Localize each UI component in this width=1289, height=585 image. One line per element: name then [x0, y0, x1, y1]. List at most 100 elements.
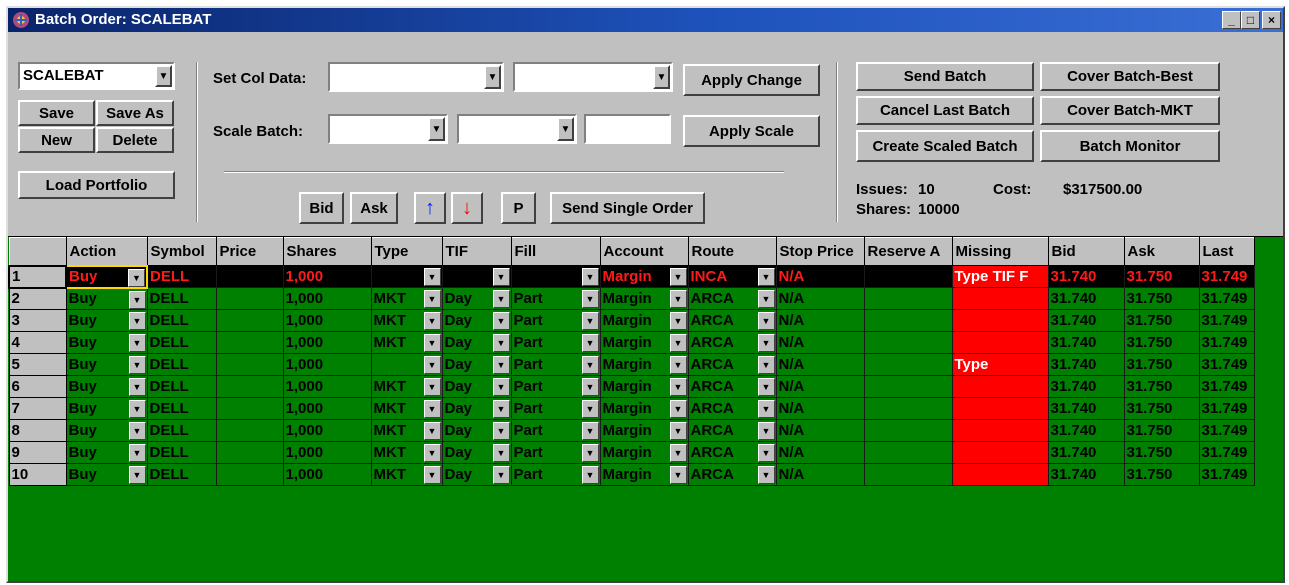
bid-cell[interactable]: 31.740: [1047, 463, 1125, 486]
missing-cell[interactable]: [951, 287, 1049, 310]
chevron-down-icon[interactable]: ▼: [669, 356, 687, 374]
fill-cell[interactable]: Part ▼: [510, 463, 601, 486]
tif-cell[interactable]: Day ▼: [441, 375, 512, 398]
type-cell[interactable]: ▼: [370, 265, 443, 288]
ask-cell[interactable]: 31.750: [1123, 463, 1200, 486]
stop-cell[interactable]: N/A: [775, 331, 865, 354]
route-cell[interactable]: ARCA ▼: [687, 375, 777, 398]
tif-cell[interactable]: Day ▼: [441, 287, 512, 310]
save-button[interactable]: Save: [18, 100, 95, 126]
chevron-down-icon[interactable]: ▼: [423, 378, 441, 396]
symbol-cell[interactable]: DELL: [146, 265, 217, 288]
chevron-down-icon[interactable]: ▼: [669, 268, 687, 286]
chevron-down-icon[interactable]: ▼: [581, 290, 599, 308]
stop-cell[interactable]: N/A: [775, 463, 865, 486]
symbol-cell[interactable]: DELL: [146, 463, 217, 486]
column-header[interactable]: Fill: [510, 237, 601, 266]
chevron-down-icon[interactable]: ▼: [128, 400, 146, 418]
chevron-down-icon[interactable]: ▼: [581, 422, 599, 440]
shares-cell[interactable]: 1,000: [282, 463, 372, 486]
price-cell[interactable]: [215, 309, 284, 332]
missing-cell[interactable]: [951, 397, 1049, 420]
ask-cell[interactable]: 31.750: [1123, 265, 1200, 288]
row-number[interactable]: 6: [8, 375, 67, 398]
bid-cell[interactable]: 31.740: [1047, 331, 1125, 354]
chevron-down-icon[interactable]: ▼: [492, 268, 510, 286]
chevron-down-icon[interactable]: ▼: [669, 290, 687, 308]
table-row[interactable]: 9 Buy ▼ DELL 1,000 MKT ▼ Day ▼ Part ▼ Margin ▼ ARCA ▼ N…: [8, 441, 1255, 464]
chevron-down-icon[interactable]: ▼: [423, 356, 441, 374]
chevron-down-icon[interactable]: ▼: [669, 422, 687, 440]
shares-cell[interactable]: 1,000: [282, 287, 372, 310]
missing-cell[interactable]: Type: [951, 353, 1049, 376]
table-row[interactable]: 5 Buy ▼ DELL 1,000 ▼ Day ▼ Part ▼ Margin ▼ ARCA ▼ N/A T…: [8, 353, 1255, 376]
symbol-cell[interactable]: DELL: [146, 287, 217, 310]
shares-cell[interactable]: 1,000: [282, 353, 372, 376]
reserve-cell[interactable]: [863, 265, 953, 288]
chevron-down-icon[interactable]: ▼: [128, 290, 146, 309]
column-header[interactable]: TIF: [441, 237, 512, 266]
type-cell[interactable]: MKT ▼: [370, 287, 443, 310]
bid-cell[interactable]: 31.740: [1047, 375, 1125, 398]
chevron-down-icon[interactable]: ▼: [757, 444, 775, 462]
scale-field-select[interactable]: ▼: [328, 114, 448, 144]
chevron-down-icon[interactable]: ▼: [581, 378, 599, 396]
table-row[interactable]: 2 Buy ▼ DELL 1,000 MKT ▼ Day ▼ Part ▼ Margin ▼ ARCA ▼ N…: [8, 287, 1255, 310]
table-row[interactable]: 8 Buy ▼ DELL 1,000 MKT ▼ Day ▼ Part ▼ Margin ▼ ARCA ▼ N…: [8, 419, 1255, 442]
chevron-down-icon[interactable]: ▼: [423, 312, 441, 330]
column-header[interactable]: Bid: [1047, 237, 1125, 266]
type-cell[interactable]: ▼: [370, 353, 443, 376]
chevron-down-icon[interactable]: ▼: [492, 422, 510, 440]
delete-button[interactable]: Delete: [96, 127, 174, 153]
stop-cell[interactable]: N/A: [775, 397, 865, 420]
chevron-down-icon[interactable]: ▼: [484, 65, 501, 89]
chevron-down-icon[interactable]: ▼: [581, 466, 599, 484]
account-cell[interactable]: Margin ▼: [599, 353, 689, 376]
column-header[interactable]: Reserve A: [863, 237, 953, 266]
shares-cell[interactable]: 1,000: [282, 441, 372, 464]
chevron-down-icon[interactable]: ▼: [669, 334, 687, 352]
chevron-down-icon[interactable]: ▼: [128, 356, 146, 374]
column-header[interactable]: Account: [599, 237, 689, 266]
account-cell[interactable]: Margin ▼: [599, 375, 689, 398]
last-cell[interactable]: 31.749: [1198, 441, 1255, 464]
last-cell[interactable]: 31.749: [1198, 331, 1255, 354]
chevron-down-icon[interactable]: ▼: [669, 400, 687, 418]
chevron-down-icon[interactable]: ▼: [492, 356, 510, 374]
tif-cell[interactable]: Day ▼: [441, 441, 512, 464]
minimize-button[interactable]: _: [1222, 11, 1241, 29]
fill-cell[interactable]: Part ▼: [510, 375, 601, 398]
apply-scale-button[interactable]: Apply Scale: [683, 115, 820, 147]
chevron-down-icon[interactable]: ▼: [757, 378, 775, 396]
table-row[interactable]: 3 Buy ▼ DELL 1,000 MKT ▼ Day ▼ Part ▼ Margin ▼ ARCA ▼ N…: [8, 309, 1255, 332]
table-row[interactable]: 10 Buy ▼ DELL 1,000 MKT ▼ Day ▼ Part ▼ Margin ▼ ARCA ▼…: [8, 463, 1255, 486]
shares-cell[interactable]: 1,000: [282, 375, 372, 398]
price-cell[interactable]: [215, 397, 284, 420]
shares-cell[interactable]: 1,000: [282, 397, 372, 420]
account-cell[interactable]: Margin ▼: [599, 463, 689, 486]
action-cell[interactable]: Buy ▼: [65, 287, 148, 310]
type-cell[interactable]: MKT ▼: [370, 397, 443, 420]
chevron-down-icon[interactable]: ▼: [669, 466, 687, 484]
column-header[interactable]: Route: [687, 237, 777, 266]
type-cell[interactable]: MKT ▼: [370, 441, 443, 464]
route-cell[interactable]: ARCA ▼: [687, 353, 777, 376]
row-number[interactable]: 1: [8, 264, 67, 289]
chevron-down-icon[interactable]: ▼: [423, 422, 441, 440]
route-cell[interactable]: ARCA ▼: [687, 441, 777, 464]
missing-cell[interactable]: [951, 441, 1049, 464]
price-cell[interactable]: [215, 419, 284, 442]
price-cell[interactable]: [215, 353, 284, 376]
row-number[interactable]: 8: [8, 419, 67, 442]
stop-cell[interactable]: N/A: [775, 309, 865, 332]
account-cell[interactable]: Margin ▼: [599, 419, 689, 442]
price-cell[interactable]: [215, 331, 284, 354]
chevron-down-icon[interactable]: ▼: [128, 444, 146, 462]
chevron-down-icon[interactable]: ▼: [581, 444, 599, 462]
type-cell[interactable]: MKT ▼: [370, 331, 443, 354]
reserve-cell[interactable]: [863, 463, 953, 486]
fill-cell[interactable]: Part ▼: [510, 331, 601, 354]
column-header[interactable]: Shares: [282, 237, 372, 266]
chevron-down-icon[interactable]: ▼: [428, 117, 445, 141]
bid-cell[interactable]: 31.740: [1047, 265, 1125, 288]
